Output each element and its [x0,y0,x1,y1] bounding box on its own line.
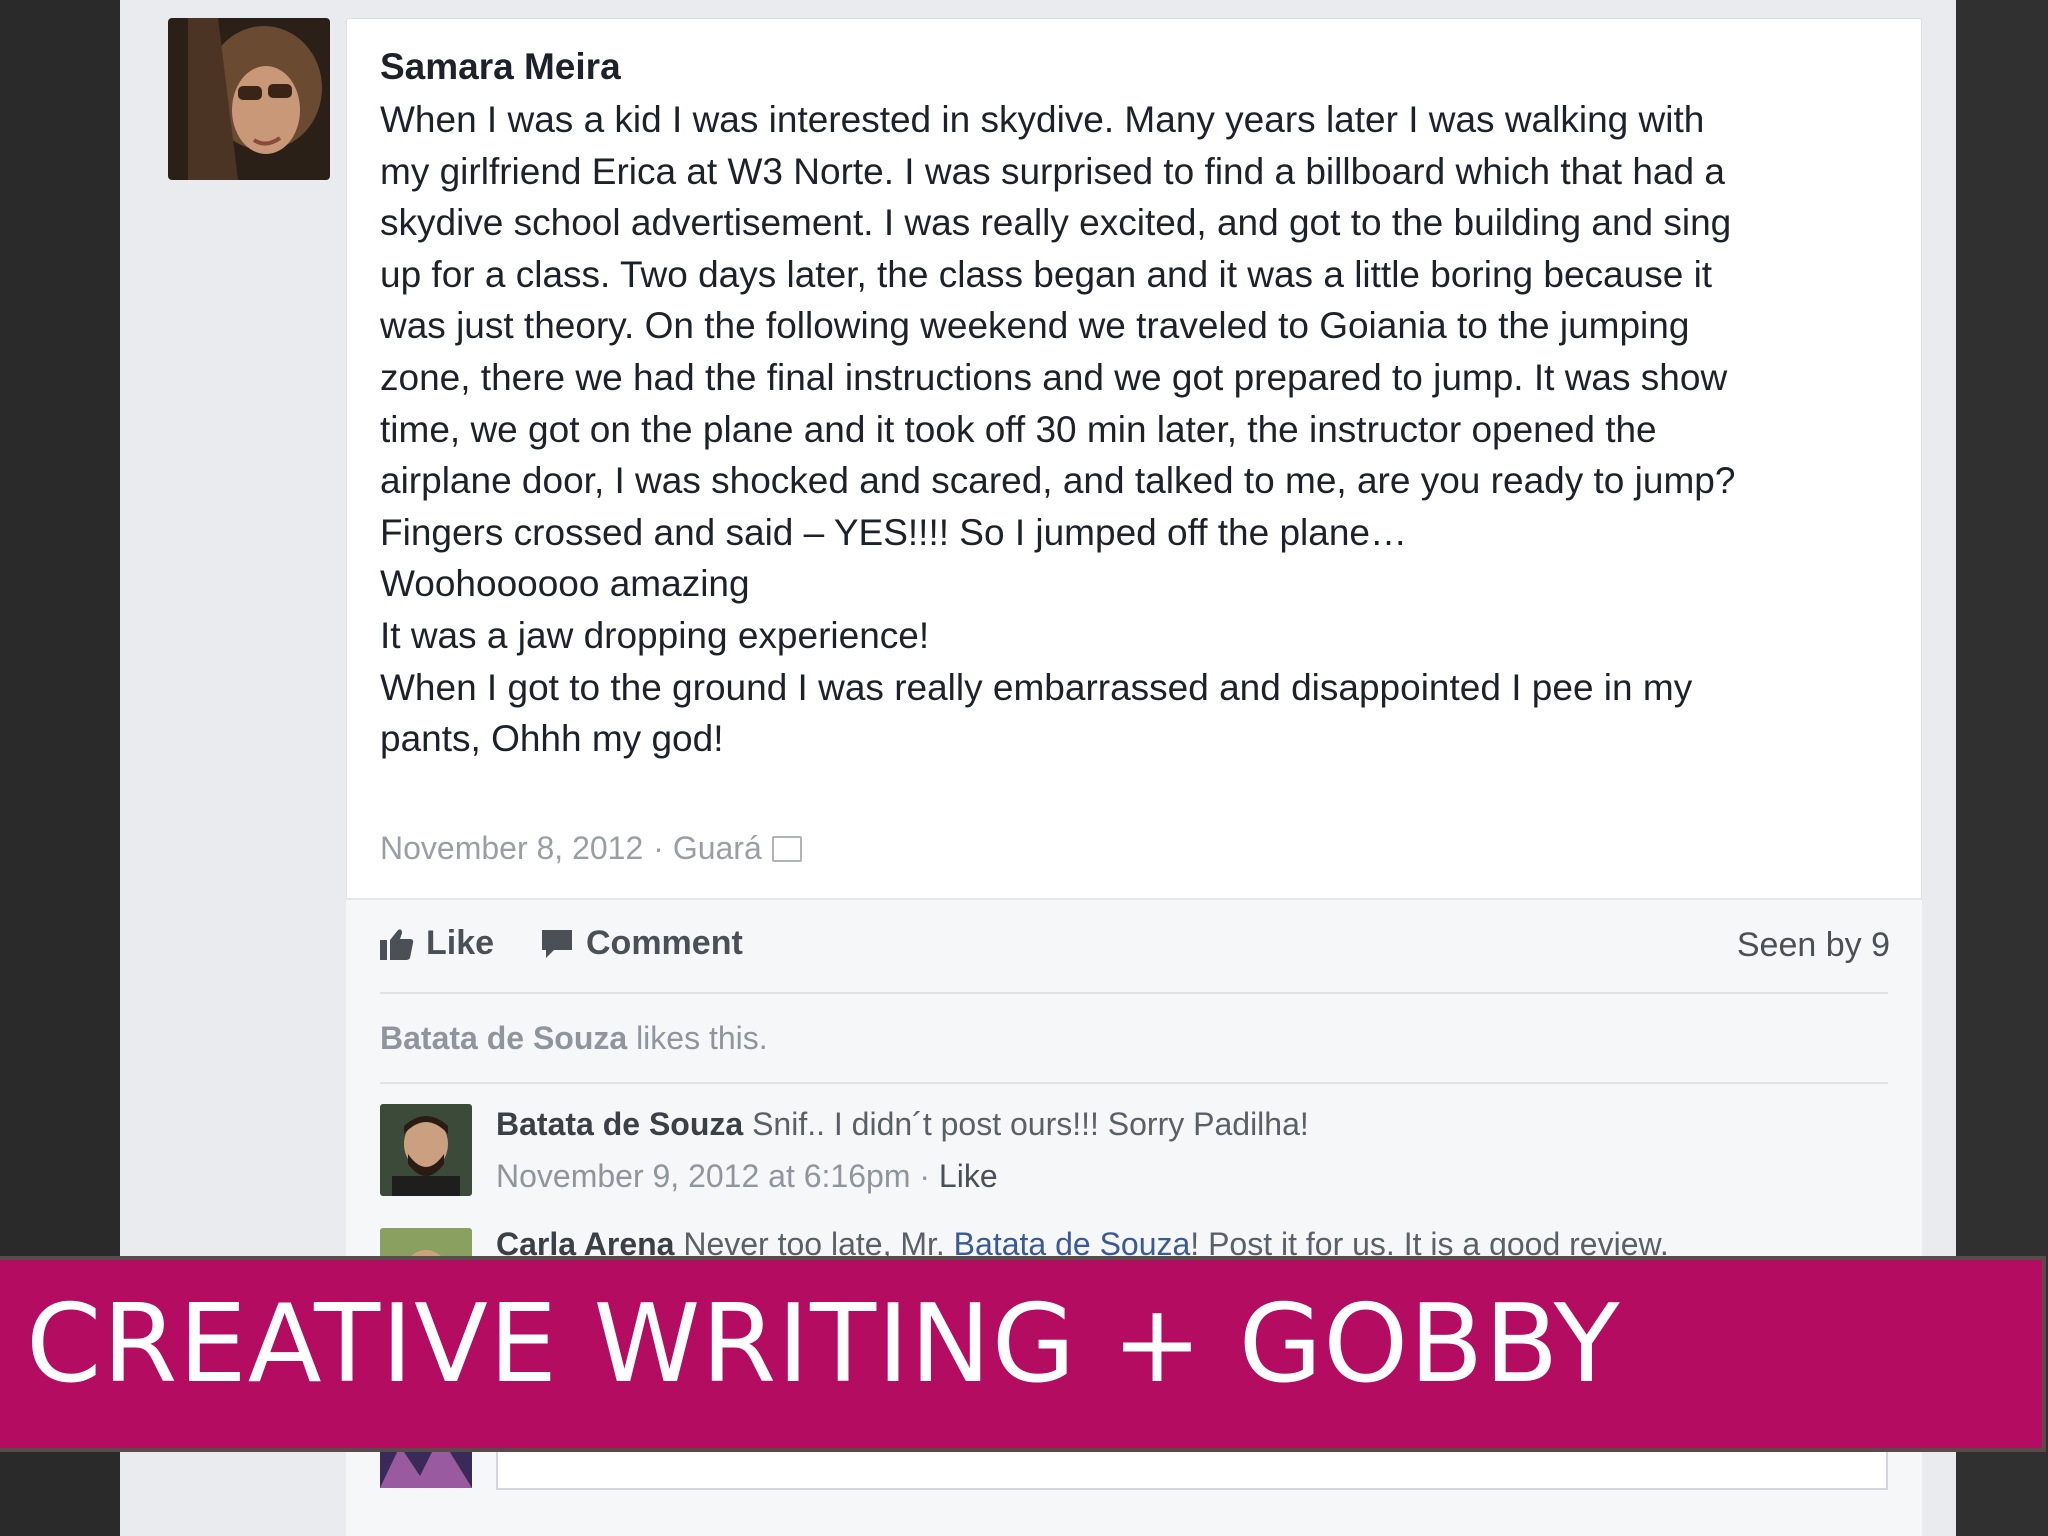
audience-icon[interactable] [771,835,802,862]
post-paragraph: When I got to the ground I was really em… [380,666,1693,760]
comment-like-link[interactable]: Like [939,1158,998,1194]
thumbs-up-icon [380,928,414,960]
post-meta: November 8, 2012 · Guará [380,830,802,867]
post-paragraph: It was a jaw dropping experience! [380,614,930,656]
post-body: When I was a kid I was interested in sky… [380,94,1760,765]
like-label: Like [426,924,495,962]
comment-meta: November 9, 2012 at 6:16pm · Like [496,1158,998,1195]
seen-count[interactable]: Seen by 9 [1737,926,1890,965]
post-date[interactable]: November 8, 2012 [380,830,643,867]
post-paragraph: When I was a kid I was interested in sky… [380,99,1736,553]
post-location[interactable]: · Guará [653,830,761,867]
post-paragraph: Woohoooooo amazing [380,563,750,605]
comment-time[interactable]: November 9, 2012 at 6:16pm · [496,1158,939,1194]
comment-button[interactable]: Comment [540,924,743,963]
commenter-avatar[interactable] [380,1104,472,1196]
author-avatar[interactable] [168,18,330,180]
likes-summary: Batata de Souza likes this. [380,1020,768,1057]
comment-label: Comment [586,924,743,962]
comment-body: Snif.. I didn´t post ours!!! Sorry Padil… [743,1106,1309,1142]
divider [380,1082,1888,1084]
divider [380,992,1888,994]
likes-suffix: likes this. [627,1020,768,1056]
post-author[interactable]: Samara Meira [380,46,621,88]
like-button[interactable]: Like [380,924,494,963]
liker-name[interactable]: Batata de Souza [380,1020,627,1056]
comment-text: Batata de Souza Snif.. I didn´t post our… [496,1106,1309,1143]
comment-author[interactable]: Batata de Souza [496,1106,743,1142]
banner-title: CREATIVE WRITING + GOBBY [26,1282,1621,1407]
comment-bubble-icon [542,929,572,958]
